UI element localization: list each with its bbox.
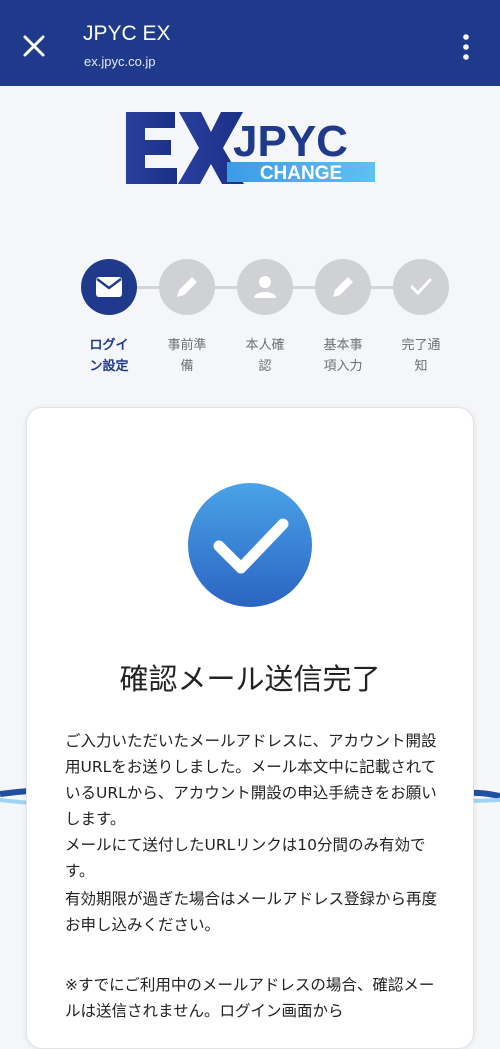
page-title: 確認メール送信完了 — [119, 662, 381, 696]
step-basic-info: 基本事項入力 — [303, 255, 383, 377]
person-icon — [254, 276, 276, 298]
logo-jpyc-text: JPYC — [233, 117, 348, 166]
pencil-icon — [177, 277, 197, 297]
step-login-setup: ログイン設定 — [69, 255, 149, 377]
jpyc-exchange-logo: JPYC CHANGE — [123, 110, 377, 186]
step-completion-notice: 完了通知 — [381, 255, 461, 377]
logo-change-text: CHANGE — [260, 163, 342, 184]
close-button[interactable] — [14, 26, 54, 66]
overflow-menu-button[interactable] — [452, 30, 480, 64]
step-label: ログイン設定 — [89, 338, 129, 374]
confirmation-card: 確認メール送信完了 ご入力いただいたメールアドレスに、アカウント開設用URLをお… — [26, 407, 474, 1049]
step-label: 本人確認 — [245, 338, 285, 374]
app-url: ex.jpyc.co.jp — [84, 54, 156, 69]
app-title: JPYC EX — [83, 22, 171, 45]
step-label: 完了通知 — [401, 338, 441, 374]
message-paragraph: ご入力いただいたメールアドレスに、アカウント開設用URLをお送りしました。メール… — [65, 732, 437, 828]
success-check-icon — [188, 483, 312, 607]
close-icon — [23, 35, 45, 57]
message-paragraph: 有効期限が過ぎた場合はメールアドレス登録から再度お申し込みください。 — [65, 890, 438, 934]
pencil-icon — [333, 277, 353, 297]
app-header: JPYC EX ex.jpyc.co.jp — [0, 0, 500, 86]
more-vert-icon — [463, 34, 469, 60]
progress-stepper: ログイン設定 事前準備 本人確認 基本事項入力 完了通知 — [0, 255, 500, 385]
step-label: 基本事項入力 — [323, 338, 363, 374]
message-paragraph: メールにて送付したURLリンクは10分間のみ有効です。 — [65, 836, 426, 880]
mail-icon — [96, 277, 122, 297]
note-paragraph: ※すでにご利用中のメールアドレスの場合、確認メールは送信されません。ログイン画面… — [65, 976, 435, 1020]
step-identity-verification: 本人確認 — [225, 255, 305, 377]
check-icon — [410, 278, 432, 296]
step-preparation: 事前準備 — [147, 255, 227, 377]
step-label: 事前準備 — [167, 338, 207, 374]
